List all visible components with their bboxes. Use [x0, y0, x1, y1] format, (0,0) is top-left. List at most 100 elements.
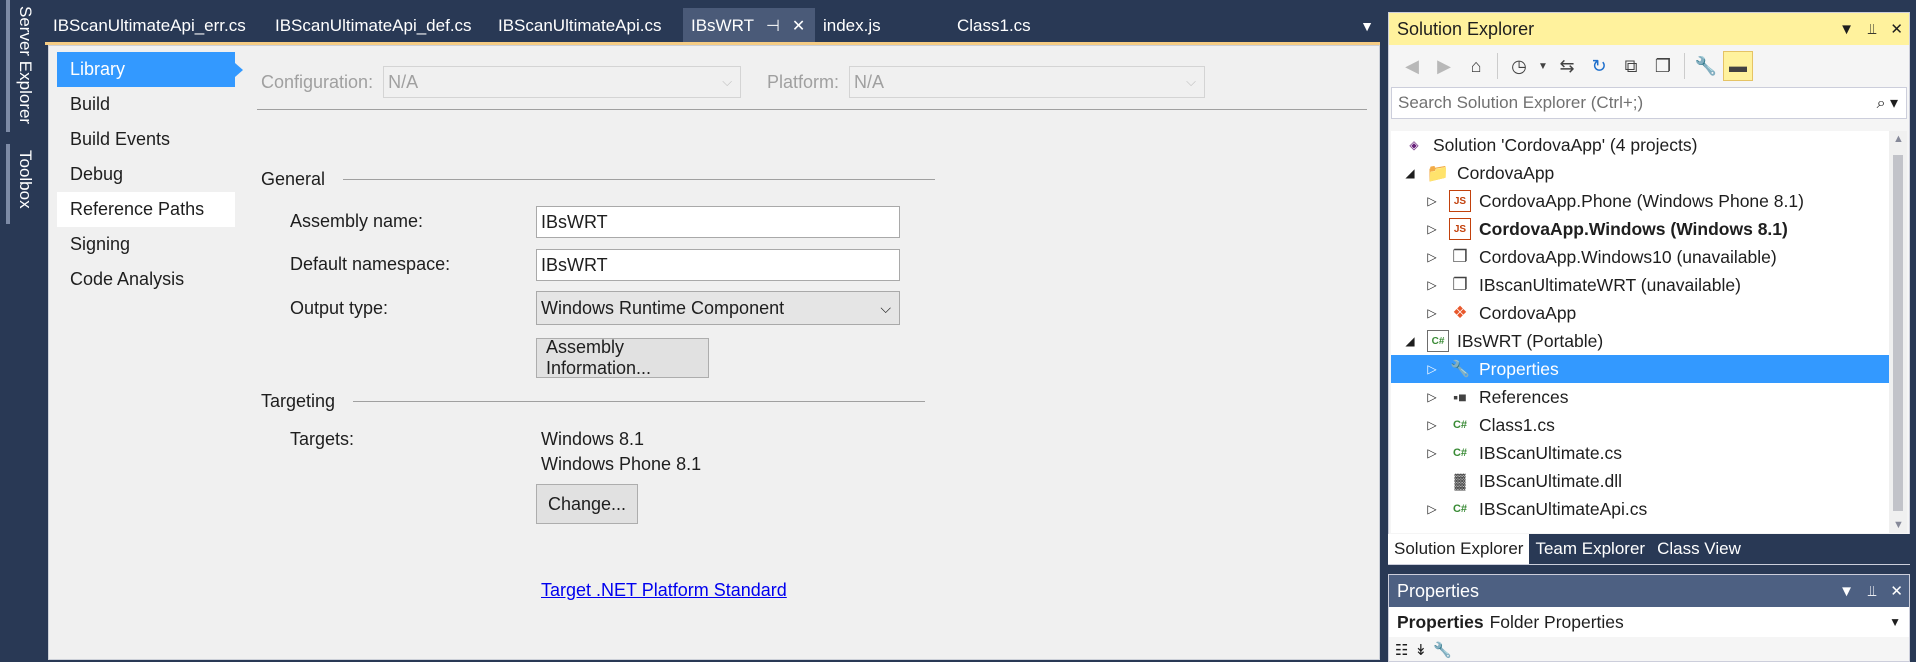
collapsed-arrow-icon[interactable]: ▷ [1425, 502, 1439, 516]
solution-explorer-titlebar: Solution Explorer ▼ ⫫ ✕ [1389, 13, 1909, 45]
expanded-arrow-icon[interactable]: ◢ [1403, 334, 1417, 348]
expanded-arrow-icon[interactable]: ◢ [1403, 166, 1417, 180]
close-icon[interactable]: ✕ [1890, 582, 1903, 600]
unavailable-project-icon: ❐ [1452, 247, 1468, 266]
tree-node-references[interactable]: ▷ ▪■ References [1391, 383, 1891, 411]
collapsed-arrow-icon[interactable]: ▷ [1425, 390, 1439, 404]
toolbox-label: Toolbox [16, 150, 35, 209]
references-icon: ▪■ [1453, 389, 1467, 405]
back-icon[interactable]: ◀ [1397, 51, 1427, 81]
categorized-icon[interactable]: ☷ [1395, 641, 1408, 659]
solution-explorer-search[interactable]: Search Solution Explorer (Ctrl+;) ⌕ ▾ [1391, 87, 1907, 119]
tree-node-cordovaapp-phone[interactable]: ▷ JS CordovaApp.Phone (Windows Phone 8.1… [1391, 187, 1891, 215]
tab-ibscanultimateapi-err[interactable]: IBScanUltimateApi_err.cs [45, 8, 267, 44]
search-icon[interactable]: ⌕ ▾ [1877, 93, 1898, 113]
collapsed-arrow-icon[interactable]: ▷ [1425, 222, 1439, 236]
tab-index-js[interactable]: index.js [815, 8, 949, 44]
targeting-section-header: Targeting [261, 391, 926, 412]
collapsed-arrow-icon[interactable]: ▷ [1425, 306, 1439, 320]
sync-icon[interactable]: ⇆ [1552, 51, 1582, 81]
nav-build[interactable]: Build [57, 87, 235, 122]
close-icon[interactable]: ✕ [1890, 20, 1903, 38]
close-icon[interactable]: ✕ [792, 16, 805, 36]
tree-node-ibscanultimateapi-cs[interactable]: ▷ C# IBScanUltimateApi.cs [1391, 495, 1891, 523]
tab-label: IBScanUltimateApi_err.cs [53, 16, 246, 35]
tree-node-ibscanultimate-dll[interactable]: ▓ IBScanUltimate.dll [1391, 467, 1891, 495]
tree-node-class1-cs[interactable]: ▷ C# Class1.cs [1391, 411, 1891, 439]
properties-wrench-icon[interactable]: 🔧 [1691, 51, 1721, 81]
tree-node-solution[interactable]: ◈ Solution 'CordovaApp' (4 projects) [1391, 131, 1891, 159]
target-net-platform-standard-link[interactable]: Target .NET Platform Standard [541, 580, 787, 601]
collapsed-arrow-icon[interactable]: ▷ [1425, 446, 1439, 460]
nav-library[interactable]: Library [57, 52, 243, 87]
tree-node-cordovaapp-folder[interactable]: ◢ 📁 CordovaApp [1391, 159, 1891, 187]
scroll-up-icon[interactable]: ▲ [1893, 133, 1904, 145]
collapsed-arrow-icon[interactable]: ▷ [1425, 194, 1439, 208]
tree-node-cordovaapp-shared[interactable]: ▷ ❖ CordovaApp [1391, 299, 1891, 327]
collapsed-arrow-icon[interactable]: ▷ [1425, 418, 1439, 432]
pin-icon[interactable]: ⫫ [1868, 583, 1876, 600]
collapsed-arrow-icon[interactable]: ▷ [1425, 362, 1439, 376]
title-controls: ▼ ⫫ ✕ [1839, 13, 1903, 45]
tab-label: Class1.cs [957, 16, 1031, 35]
collapse-all-icon[interactable]: ⧉ [1616, 51, 1646, 81]
csharp-file-icon: C# [1452, 447, 1468, 459]
configuration-label: Configuration: [261, 71, 374, 92]
home-icon[interactable]: ⌂ [1461, 51, 1491, 81]
chevron-down-icon[interactable]: ▼ [1536, 51, 1550, 81]
output-type-select[interactable]: Windows Runtime Component ⌵ [536, 291, 900, 325]
tree-node-ibscanultimate-cs[interactable]: ▷ C# IBScanUltimate.cs [1391, 439, 1891, 467]
tab-ibscanultimateapi-def[interactable]: IBScanUltimateApi_def.cs [267, 8, 490, 44]
window-menu-icon[interactable]: ▼ [1839, 583, 1854, 600]
toolbox-tab[interactable]: Toolbox [6, 144, 40, 224]
tab-team-explorer[interactable]: Team Explorer [1529, 534, 1651, 564]
preview-selected-items-icon[interactable]: ▬ [1723, 51, 1753, 81]
tree-node-properties[interactable]: ▷ 🔧 Properties [1391, 355, 1891, 383]
nav-debug[interactable]: Debug [57, 157, 235, 192]
refresh-icon[interactable]: ↻ [1584, 51, 1614, 81]
tab-class1-cs[interactable]: Class1.cs [949, 8, 1089, 44]
properties-object-selector[interactable]: Properties Folder Properties ▼ [1389, 607, 1909, 637]
properties-titlebar: Properties ▼ ⫫ ✕ [1389, 575, 1909, 607]
tree-scrollbar[interactable]: ▲ ▼ [1889, 131, 1907, 533]
title-controls: ▼ ⫫ ✕ [1839, 575, 1903, 607]
assembly-information-button[interactable]: Assembly Information... [536, 337, 709, 378]
default-namespace-field[interactable] [536, 249, 900, 281]
chevron-down-icon: ⌵ [880, 299, 891, 316]
change-targets-button[interactable]: Change... [536, 484, 638, 524]
tree-node-cordovaapp-windows[interactable]: ▷ JS CordovaApp.Windows (Windows 8.1) [1391, 215, 1891, 243]
js-project-icon: JS [1449, 218, 1471, 240]
tab-class-view[interactable]: Class View [1651, 534, 1747, 564]
collapsed-arrow-icon[interactable]: ▷ [1425, 278, 1439, 292]
alphabetical-icon[interactable]: ↡ [1414, 641, 1427, 659]
tab-overflow-dropdown-icon[interactable]: ▼ [1355, 14, 1379, 38]
tree-node-ibscanultimatewrt[interactable]: ▷ ❐ IBscanUltimateWRT (unavailable) [1391, 271, 1891, 299]
output-type-label: Output type: [290, 298, 389, 318]
forward-icon[interactable]: ▶ [1429, 51, 1459, 81]
tree-node-ibswrt[interactable]: ◢ C# IBsWRT (Portable) [1391, 327, 1891, 355]
platform-select: N/A ⌵ [849, 66, 1206, 98]
properties-pane: Properties ▼ ⫫ ✕ Properties Folder Prope… [1388, 574, 1910, 662]
csharp-file-icon: C# [1452, 419, 1468, 431]
assembly-name-field[interactable] [536, 206, 900, 238]
pending-changes-filter-icon[interactable]: ◷ [1504, 51, 1534, 81]
nav-build-events[interactable]: Build Events [57, 122, 235, 157]
scrollbar-thumb[interactable] [1893, 155, 1903, 511]
pin-icon[interactable]: ⫫ [1868, 21, 1876, 38]
tab-solution-explorer[interactable]: Solution Explorer [1388, 534, 1530, 564]
scroll-down-icon[interactable]: ▼ [1893, 519, 1904, 531]
left-dock: Server Explorer Toolbox [0, 0, 45, 662]
property-pages-icon[interactable]: 🔧 [1433, 641, 1452, 659]
general-section-header: General [261, 169, 936, 190]
nav-code-analysis[interactable]: Code Analysis [57, 262, 235, 297]
tab-ibswrt[interactable]: IBsWRT ⊣ ✕ [683, 8, 815, 44]
pin-icon[interactable]: ⊣ [766, 16, 780, 36]
server-explorer-tab[interactable]: Server Explorer [6, 0, 40, 132]
nav-signing[interactable]: Signing [57, 227, 235, 262]
show-all-files-icon[interactable]: ❐ [1648, 51, 1678, 81]
tree-node-cordovaapp-windows10[interactable]: ▷ ❐ CordovaApp.Windows10 (unavailable) [1391, 243, 1891, 271]
window-menu-icon[interactable]: ▼ [1839, 21, 1854, 38]
collapsed-arrow-icon[interactable]: ▷ [1425, 250, 1439, 264]
tab-ibscanultimateapi[interactable]: IBScanUltimateApi.cs [490, 8, 683, 44]
nav-reference-paths[interactable]: Reference Paths [57, 192, 235, 227]
